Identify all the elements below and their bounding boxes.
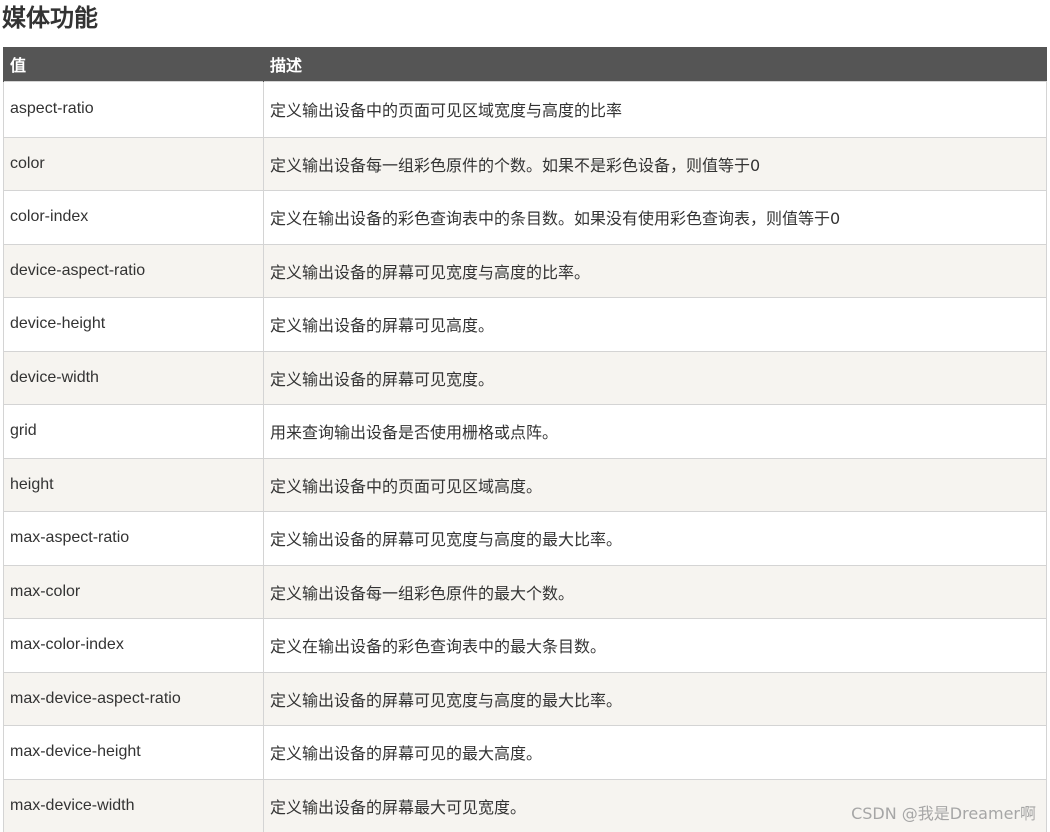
- feature-description: 定义输出设备中的页面可见区域高度。: [263, 457, 1047, 512]
- table-row: device-height 定义输出设备的屏幕可见高度。: [3, 297, 1047, 352]
- feature-value: max-color-index: [3, 618, 264, 673]
- table-row: grid 用来查询输出设备是否使用栅格或点阵。: [3, 404, 1047, 459]
- feature-value: color: [3, 136, 264, 191]
- table-row: aspect-ratio 定义输出设备中的页面可见区域宽度与高度的比率: [3, 80, 1047, 138]
- feature-description: 定义输出设备每一组彩色原件的最大个数。: [263, 564, 1047, 619]
- feature-description: 定义输出设备每一组彩色原件的个数。如果不是彩色设备，则值等于0: [263, 136, 1047, 191]
- feature-description: 定义在输出设备的彩色查询表中的条目数。如果没有使用彩色查询表，则值等于0: [263, 190, 1047, 245]
- media-features-table: 值 描述 aspect-ratio 定义输出设备中的页面可见区域宽度与高度的比率…: [3, 47, 1047, 832]
- column-header-description: 描述: [263, 47, 1047, 81]
- feature-value: grid: [3, 404, 264, 459]
- feature-description: 定义输出设备的屏幕可见宽度与高度的比率。: [263, 243, 1047, 298]
- table-row: max-device-aspect-ratio 定义输出设备的屏幕可见宽度与高度…: [3, 671, 1047, 726]
- feature-description: 定义输出设备的屏幕可见高度。: [263, 297, 1047, 352]
- table-header: 值 描述: [3, 47, 1047, 81]
- feature-value: max-device-width: [3, 778, 264, 832]
- feature-value: device-width: [3, 350, 264, 405]
- feature-description: 定义输出设备的屏幕可见的最大高度。: [263, 725, 1047, 780]
- feature-value: max-aspect-ratio: [3, 511, 264, 566]
- feature-description: 定义在输出设备的彩色查询表中的最大条目数。: [263, 618, 1047, 673]
- feature-value: device-height: [3, 297, 264, 352]
- table-header-row: 值 描述: [3, 47, 1047, 81]
- feature-value: device-aspect-ratio: [3, 243, 264, 298]
- table-row: device-aspect-ratio 定义输出设备的屏幕可见宽度与高度的比率。: [3, 243, 1047, 298]
- table-row: height 定义输出设备中的页面可见区域高度。: [3, 457, 1047, 512]
- page: 媒体功能 值 描述 aspect-ratio 定义输出设备中的页面可见区域宽度与…: [0, 0, 1050, 832]
- table-row: color 定义输出设备每一组彩色原件的个数。如果不是彩色设备，则值等于0: [3, 136, 1047, 191]
- feature-value: max-device-aspect-ratio: [3, 671, 264, 726]
- table-body: aspect-ratio 定义输出设备中的页面可见区域宽度与高度的比率 colo…: [3, 80, 1047, 832]
- feature-value: max-color: [3, 564, 264, 619]
- watermark: CSDN @我是Dreamer啊: [851, 804, 1036, 823]
- column-header-value: 值: [3, 47, 264, 81]
- table-row: color-index 定义在输出设备的彩色查询表中的条目数。如果没有使用彩色查…: [3, 190, 1047, 245]
- feature-value: max-device-height: [3, 725, 264, 780]
- table-row: device-width 定义输出设备的屏幕可见宽度。: [3, 350, 1047, 405]
- page-title: 媒体功能: [2, 4, 98, 32]
- table-row: max-color 定义输出设备每一组彩色原件的最大个数。: [3, 564, 1047, 619]
- feature-description: 定义输出设备的屏幕可见宽度。: [263, 350, 1047, 405]
- feature-description: 用来查询输出设备是否使用栅格或点阵。: [263, 404, 1047, 459]
- feature-description: 定义输出设备中的页面可见区域宽度与高度的比率: [263, 80, 1047, 138]
- feature-value: height: [3, 457, 264, 512]
- feature-value: aspect-ratio: [3, 80, 264, 138]
- table-row: max-aspect-ratio 定义输出设备的屏幕可见宽度与高度的最大比率。: [3, 511, 1047, 566]
- feature-description: 定义输出设备的屏幕可见宽度与高度的最大比率。: [263, 511, 1047, 566]
- feature-value: color-index: [3, 190, 264, 245]
- feature-description: 定义输出设备的屏幕可见宽度与高度的最大比率。: [263, 671, 1047, 726]
- table-row: max-device-height 定义输出设备的屏幕可见的最大高度。: [3, 725, 1047, 780]
- table-row: max-color-index 定义在输出设备的彩色查询表中的最大条目数。: [3, 618, 1047, 673]
